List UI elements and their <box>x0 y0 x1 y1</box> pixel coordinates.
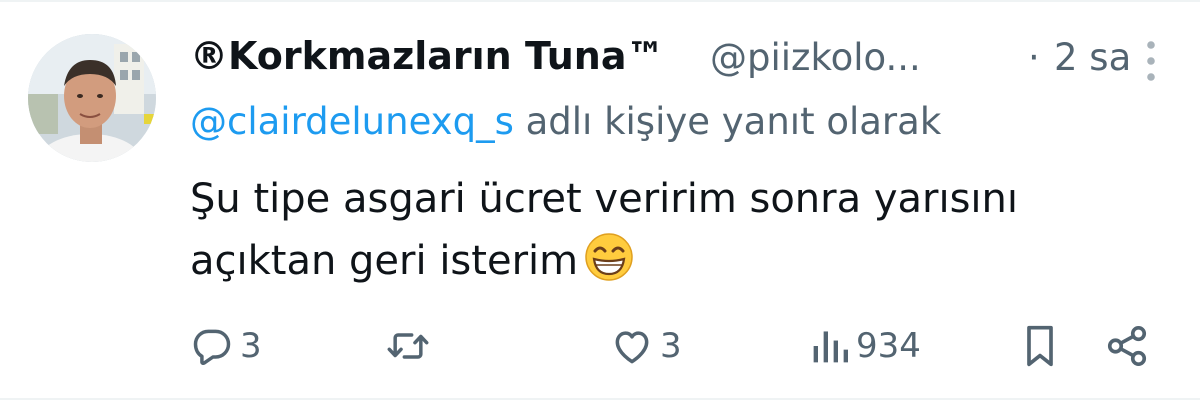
reply-icon <box>193 329 231 366</box>
like-button[interactable]: 3 <box>610 318 682 374</box>
views-count: 934 <box>856 326 921 366</box>
divider-bottom <box>0 398 1200 400</box>
tweet-header: ®Korkmazların Tuna™ @piizkolo... · 2 sa <box>190 30 1150 90</box>
like-icon <box>615 331 649 364</box>
more-icon[interactable] <box>1140 38 1162 84</box>
tweet-text: Şu tipe asgari ücret veririm sonra yarıs… <box>190 168 1150 292</box>
views-icon <box>813 331 848 363</box>
share-button[interactable] <box>1104 318 1150 374</box>
tweet-text-line-2: açıktan geri isterim <box>190 230 1150 292</box>
tweet[interactable]: ®Korkmazların Tuna™ @piizkolo... · 2 sa … <box>0 0 1200 404</box>
retweet-icon <box>387 333 429 359</box>
like-count: 3 <box>660 326 682 366</box>
grinning-face-emoji-icon <box>585 233 633 281</box>
action-bar: 3 3 934 <box>0 318 1200 374</box>
timestamp[interactable]: 2 sa <box>1054 36 1131 79</box>
display-name[interactable]: ®Korkmazların Tuna™ <box>190 34 664 78</box>
reply-mention-link[interactable]: @clairdelunexq_s <box>190 100 514 143</box>
tweet-text-line: Şu tipe asgari ücret veririm sonra yarıs… <box>190 176 1018 222</box>
reply-button[interactable]: 3 <box>190 318 262 374</box>
avatar[interactable] <box>28 34 156 162</box>
retweet-button[interactable] <box>386 318 430 374</box>
reply-context-label: adlı kişiye yanıt olarak <box>513 100 942 143</box>
reply-count: 3 <box>240 326 262 366</box>
bookmark-button[interactable] <box>1018 318 1062 374</box>
tweet-text-line-content: açıktan geri isterim <box>190 238 579 284</box>
divider <box>0 0 1200 2</box>
views-button[interactable]: 934 <box>810 318 921 374</box>
user-handle[interactable]: @piizkolo... <box>710 36 921 79</box>
bookmark-icon <box>1027 325 1053 367</box>
reply-context: @clairdelunexq_s adlı kişiye yanıt olara… <box>190 100 941 143</box>
separator-dot: · <box>1028 36 1040 79</box>
share-icon <box>1107 325 1147 367</box>
